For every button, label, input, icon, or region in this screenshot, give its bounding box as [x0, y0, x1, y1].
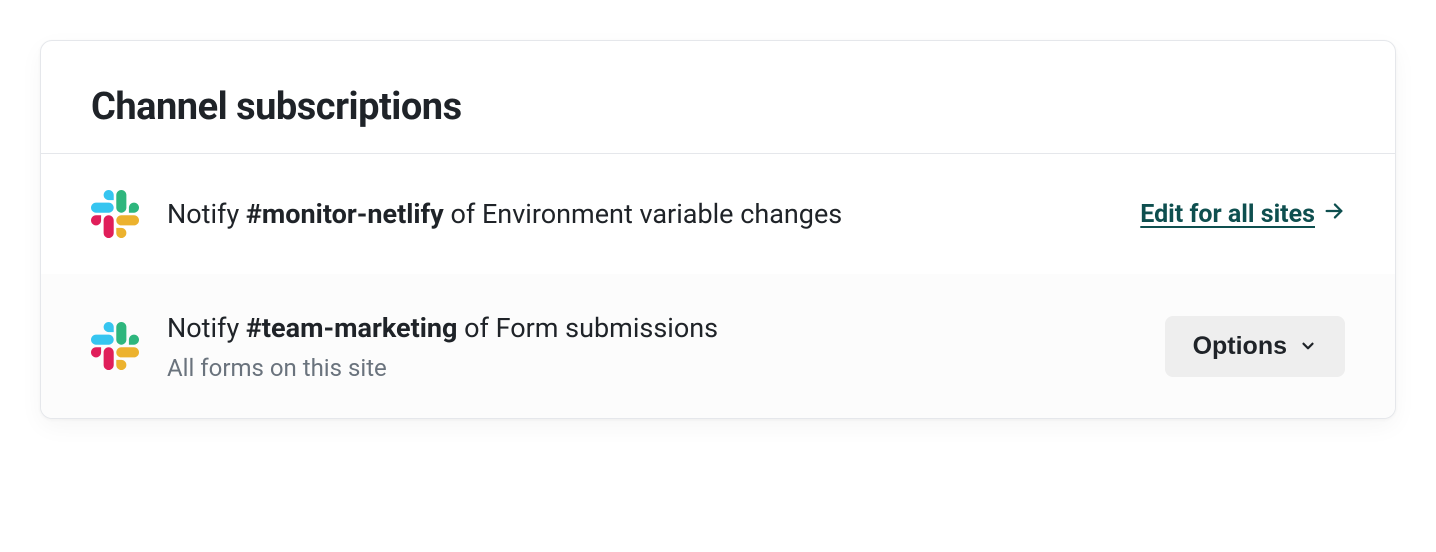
notify-prefix: Notify: [167, 198, 246, 230]
subscription-main: Notify #team-marketing of Form submissio…: [167, 310, 1137, 382]
options-button[interactable]: Options: [1165, 316, 1345, 377]
options-label: Options: [1193, 332, 1287, 361]
subscription-row: Notify #team-marketing of Form submissio…: [41, 274, 1395, 418]
arrow-right-icon: [1323, 200, 1345, 229]
subscription-action: Options: [1165, 316, 1345, 377]
notify-suffix: of Form submissions: [457, 312, 718, 344]
subscription-title: Notify #monitor-netlify of Environment v…: [167, 196, 1112, 232]
edit-for-all-sites-link[interactable]: Edit for all sites: [1140, 200, 1345, 229]
notify-prefix: Notify: [167, 312, 246, 344]
slack-icon: [91, 190, 139, 238]
subscription-subtitle: All forms on this site: [167, 354, 1137, 382]
channel-name: #monitor-netlify: [246, 198, 444, 230]
notify-suffix: of Environment variable changes: [444, 198, 842, 230]
subscription-action: Edit for all sites: [1140, 200, 1345, 229]
card-header: Channel subscriptions: [41, 41, 1395, 154]
chevron-down-icon: [1299, 337, 1317, 355]
channel-subscriptions-card: Channel subscriptions Notify #monitor-ne…: [40, 40, 1396, 419]
card-title: Channel subscriptions: [91, 85, 1345, 129]
subscription-main: Notify #monitor-netlify of Environment v…: [167, 196, 1112, 232]
channel-name: #team-marketing: [246, 312, 458, 344]
subscription-row: Notify #monitor-netlify of Environment v…: [41, 154, 1395, 274]
edit-link-label: Edit for all sites: [1140, 200, 1315, 229]
subscription-title: Notify #team-marketing of Form submissio…: [167, 310, 1137, 346]
slack-icon: [91, 322, 139, 370]
